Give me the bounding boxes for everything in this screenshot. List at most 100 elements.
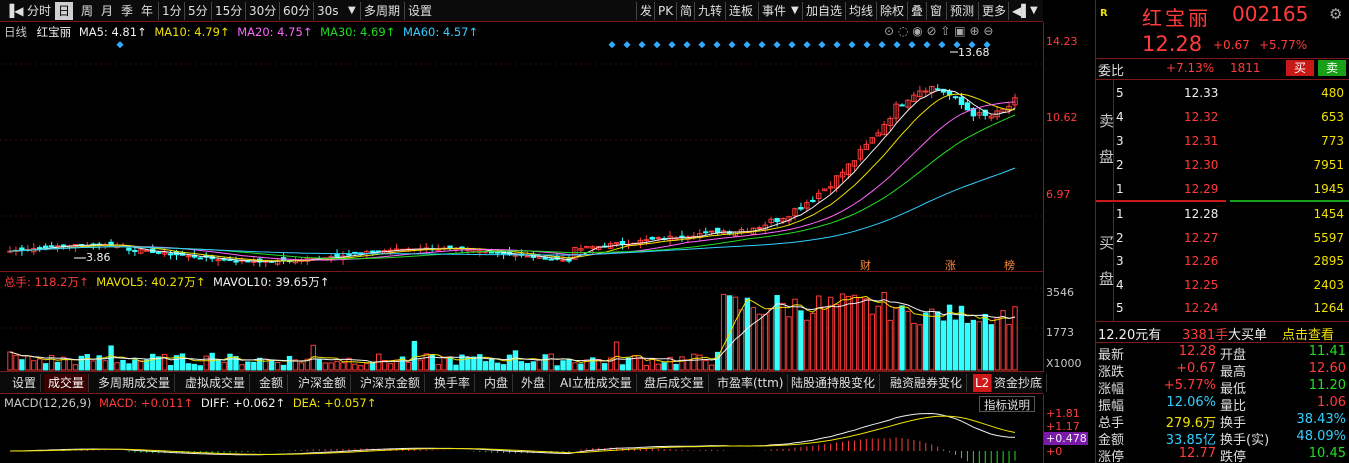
limit-board-button[interactable]: 连板	[725, 2, 756, 20]
tab-margin[interactable]: 融资融券变化	[886, 374, 968, 392]
tab-sh-sz-amount[interactable]: 沪深金额	[294, 374, 352, 392]
tab-pe-ttm[interactable]: 市盈率(ttm)	[713, 374, 789, 392]
macd-chart[interactable]: MACD(12,26,9) MACD: +0.011↑ DIFF: +0.062…	[0, 394, 1043, 463]
bid-row-4[interactable]: 4 12.25 2403	[1096, 274, 1349, 298]
chevron-down-icon[interactable]: ▼	[348, 2, 356, 20]
stat-value: 48.09%	[1296, 429, 1346, 444]
candle-body	[548, 258, 554, 261]
period-tab-60min[interactable]: 60分	[279, 2, 313, 20]
tab-volume[interactable]: 成交量	[44, 374, 90, 392]
period-tab-30min[interactable]: 30分	[245, 2, 279, 20]
period-select-30s[interactable]: 30s	[313, 2, 342, 20]
add-favorite-button[interactable]: 加自选	[802, 2, 845, 20]
volume-bar	[988, 324, 994, 371]
weicha-value: 1811	[1230, 61, 1261, 75]
candle-body	[560, 259, 566, 262]
volume-bar	[536, 359, 542, 371]
kline-chart[interactable]: 日线 红宝丽 MA5: 4.81↑ MA10: 4.79↑ MA20: 4.75…	[0, 22, 1043, 272]
ask-row-4[interactable]: 4 12.32 653	[1096, 106, 1349, 130]
tab-amount[interactable]: 金额	[255, 374, 289, 392]
candle-body	[334, 253, 340, 258]
limit-up-marker[interactable]: 涨	[945, 257, 956, 273]
volume-bar	[899, 305, 905, 371]
period-tab-quarter[interactable]: 季	[118, 2, 136, 20]
bid-row-3[interactable]: 3 12.26 2895	[1096, 250, 1349, 274]
tab-inner[interactable]: 内盘	[480, 374, 514, 392]
big-order-view-link[interactable]: 点击查看	[1282, 324, 1334, 343]
pk-button[interactable]: PK	[654, 2, 676, 20]
forecast-button[interactable]: 预测	[946, 2, 977, 20]
more-button[interactable]: 更多	[978, 2, 1009, 20]
diff-line	[9, 412, 1016, 456]
dea-line	[10, 415, 1016, 455]
volume-tick-high: 3546	[1046, 286, 1074, 299]
ask-row-1[interactable]: 1 12.29 1945	[1096, 178, 1349, 202]
tab-after-hours-volume[interactable]: 盘后成交量	[640, 374, 710, 392]
ask-row-2[interactable]: 2 12.30 7951	[1096, 154, 1349, 178]
tab-virtual-volume[interactable]: 虚拟成交量	[181, 374, 251, 392]
volume-bar	[161, 353, 168, 371]
events-button[interactable]: 事件	[758, 2, 789, 20]
multi-period-button[interactable]: 多周期	[360, 2, 403, 20]
bid-row-2[interactable]: 2 12.27 5597	[1096, 227, 1349, 251]
tab-turnover[interactable]: 换手率	[430, 374, 476, 392]
volume-bar	[744, 297, 751, 371]
ex-rights-button[interactable]: 除权	[876, 2, 907, 20]
volume-bar	[940, 320, 947, 371]
stat-row: 总手 279.6万 换手 38.43%	[1096, 412, 1349, 431]
gear-icon[interactable]: ⚙	[1329, 5, 1342, 23]
bid-row-1[interactable]: 1 12.28 1454	[1096, 203, 1349, 227]
tab-settings[interactable]: 设置	[8, 374, 42, 392]
volume-bar	[447, 357, 453, 371]
volume-bar	[132, 359, 138, 371]
buy-button[interactable]: 买	[1286, 60, 1314, 76]
volume-bar	[703, 360, 709, 371]
volume-bar	[768, 308, 774, 371]
bid-row-5[interactable]: 5 12.24 1264	[1096, 297, 1349, 321]
volume-chart[interactable]: 总手: 118.2万↑ MAVOL5: 40.27万↑ MAVOL10: 39.…	[0, 272, 1043, 372]
tab-hk-connect[interactable]: 陆股通持股变化	[787, 374, 881, 392]
simple-button[interactable]: 简	[676, 2, 695, 20]
volume-bar	[976, 321, 983, 371]
settings-button[interactable]: 设置	[404, 2, 435, 20]
overlay-button[interactable]: 叠	[907, 2, 926, 20]
stat-value: 12.06%	[1166, 395, 1216, 410]
candle-body	[132, 250, 138, 253]
events-chevron-down-icon[interactable]: ▼	[791, 2, 799, 20]
tab-ai-volume[interactable]: AI立桩成交量	[556, 374, 637, 392]
sell-button[interactable]: 卖	[1318, 60, 1346, 76]
period-tab-5min[interactable]: 5分	[184, 2, 211, 20]
tab-multi-period-volume[interactable]: 多周期成交量	[94, 374, 176, 392]
period-tab-fenshi[interactable]: 分时	[24, 2, 54, 20]
volume-bar	[732, 296, 739, 371]
ma-line-20	[9, 101, 1016, 261]
signal-diamond	[788, 41, 796, 49]
volume-bar	[1012, 306, 1018, 371]
ma-button[interactable]: 均线	[845, 2, 876, 20]
sidebar-toggle-icon[interactable]: ▐◀	[2, 2, 26, 20]
toolbar-chevron-down-icon[interactable]: ▼	[1030, 2, 1038, 20]
tab-outer[interactable]: 外盘	[517, 374, 551, 392]
nine-turn-button[interactable]: 九转	[694, 2, 725, 20]
publish-button[interactable]: 发	[636, 2, 655, 20]
ask-row-5[interactable]: 5 12.33 480	[1096, 82, 1349, 106]
window-button[interactable]: 窗	[926, 2, 945, 20]
ask-row-3[interactable]: 3 12.31 773	[1096, 130, 1349, 154]
volume-bar	[411, 340, 418, 371]
tab-fund-bottom[interactable]: 资金抄底	[990, 374, 1048, 392]
high-price-label: 13.68	[958, 46, 990, 59]
period-tab-15min[interactable]: 15分	[211, 2, 245, 20]
volume-bar	[964, 322, 971, 371]
big-order-row[interactable]: 12.20元有 3381手 大买单 点击查看	[1096, 322, 1349, 343]
period-tab-1min[interactable]: 1分	[158, 2, 185, 20]
stat-value: 38.43%	[1296, 412, 1346, 427]
period-tab-week[interactable]: 周	[78, 2, 96, 20]
period-tab-year[interactable]: 年	[138, 2, 156, 20]
period-tab-day[interactable]: 日	[55, 2, 74, 20]
volume-bar	[952, 319, 959, 371]
period-tab-month[interactable]: 月	[98, 2, 116, 20]
stat-row: 涨停 12.77 跌停 10.45	[1096, 446, 1349, 463]
finance-marker[interactable]: 财	[860, 257, 871, 273]
tab-sh-sz-bj-amount[interactable]: 沪深京金额	[356, 374, 426, 392]
dragon-list-marker[interactable]: 榜	[1004, 257, 1015, 273]
